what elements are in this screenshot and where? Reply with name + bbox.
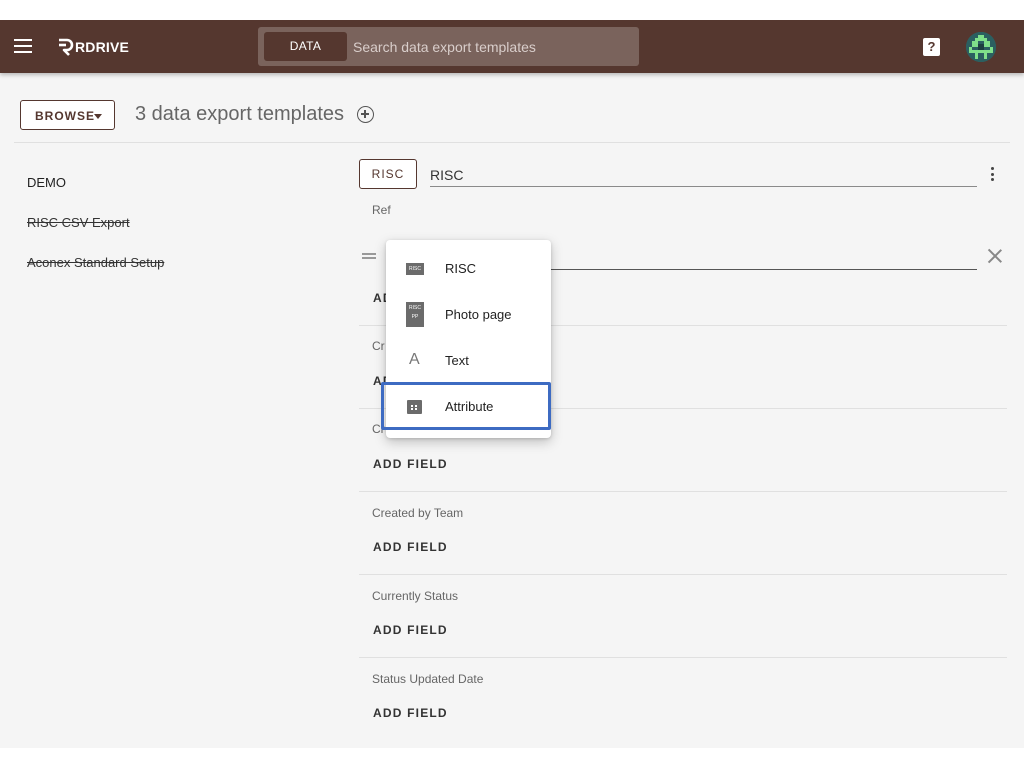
divider bbox=[359, 574, 1007, 575]
avatar-pattern-icon bbox=[966, 32, 996, 62]
template-list-item[interactable]: DEMO bbox=[27, 175, 66, 190]
divider bbox=[359, 657, 1007, 658]
add-field-button[interactable]: ADD FIELD bbox=[373, 540, 448, 554]
section-label: Status Updated Date bbox=[372, 672, 484, 686]
add-field-button[interactable]: ADD FIELD bbox=[373, 706, 448, 720]
close-icon[interactable] bbox=[988, 249, 1002, 263]
more-vert-icon[interactable] bbox=[989, 167, 995, 183]
drag-handle-icon[interactable] bbox=[362, 253, 376, 259]
template-name-field[interactable] bbox=[430, 163, 977, 187]
add-template-icon[interactable] bbox=[357, 106, 374, 123]
brand-name: RDRIVE bbox=[75, 39, 130, 55]
browse-button-label: BROWSE bbox=[35, 109, 95, 123]
section-label: Ref bbox=[372, 203, 391, 217]
risc-doc-icon: RISC bbox=[406, 263, 424, 275]
menu-item-label: Text bbox=[445, 353, 469, 368]
menu-item-attribute[interactable]: Attribute bbox=[386, 386, 551, 428]
menu-item-label: Photo page bbox=[445, 307, 512, 322]
divider bbox=[14, 142, 1010, 143]
menu-item-label: RISC bbox=[445, 261, 477, 276]
hamburger-menu-icon[interactable] bbox=[14, 39, 32, 53]
template-list-item[interactable]: Aconex Standard Setup bbox=[27, 255, 164, 270]
browse-button[interactable]: BROWSE bbox=[20, 100, 115, 130]
template-list-item[interactable]: RISC CSV Export bbox=[27, 215, 130, 230]
menu-item-text[interactable]: A Text bbox=[386, 340, 551, 382]
section-label: Cr bbox=[372, 422, 385, 436]
top-app-bar: RDRIVE DATA ? bbox=[0, 20, 1024, 73]
brand-logo[interactable]: RDRIVE bbox=[56, 37, 129, 57]
menu-item-photo-page[interactable]: RISC PP Photo page bbox=[386, 294, 551, 336]
rdrive-logo-icon bbox=[59, 38, 74, 56]
page-title: 3 data export templates bbox=[135, 103, 345, 125]
section-label: Created by Team bbox=[372, 506, 464, 520]
field-type-menu: RISC RISC RISC PP Photo page A Text Attr… bbox=[386, 240, 551, 438]
text-icon: A bbox=[409, 351, 420, 368]
app-window: RDRIVE DATA ? BROWSE bbox=[0, 20, 1024, 748]
section-label: Cr bbox=[372, 339, 385, 353]
menu-item-label: Attribute bbox=[445, 399, 494, 414]
add-field-button[interactable]: ADD FIELD bbox=[373, 457, 448, 471]
avatar[interactable] bbox=[966, 32, 996, 62]
search-bar: DATA bbox=[258, 27, 639, 66]
field-value-input[interactable] bbox=[550, 248, 977, 270]
search-input[interactable] bbox=[353, 32, 633, 61]
section-label: Currently Status bbox=[372, 589, 459, 603]
divider bbox=[359, 491, 1007, 492]
template-type-tag[interactable]: RISC bbox=[359, 159, 417, 189]
search-scope-chip[interactable]: DATA bbox=[264, 32, 347, 61]
attribute-icon bbox=[407, 400, 422, 414]
photo-page-icon: RISC PP bbox=[406, 302, 424, 327]
add-field-button[interactable]: ADD FIELD bbox=[373, 623, 448, 637]
help-icon[interactable]: ? bbox=[923, 38, 940, 56]
chevron-down-icon bbox=[94, 114, 102, 119]
menu-item-risc[interactable]: RISC RISC bbox=[386, 248, 551, 290]
